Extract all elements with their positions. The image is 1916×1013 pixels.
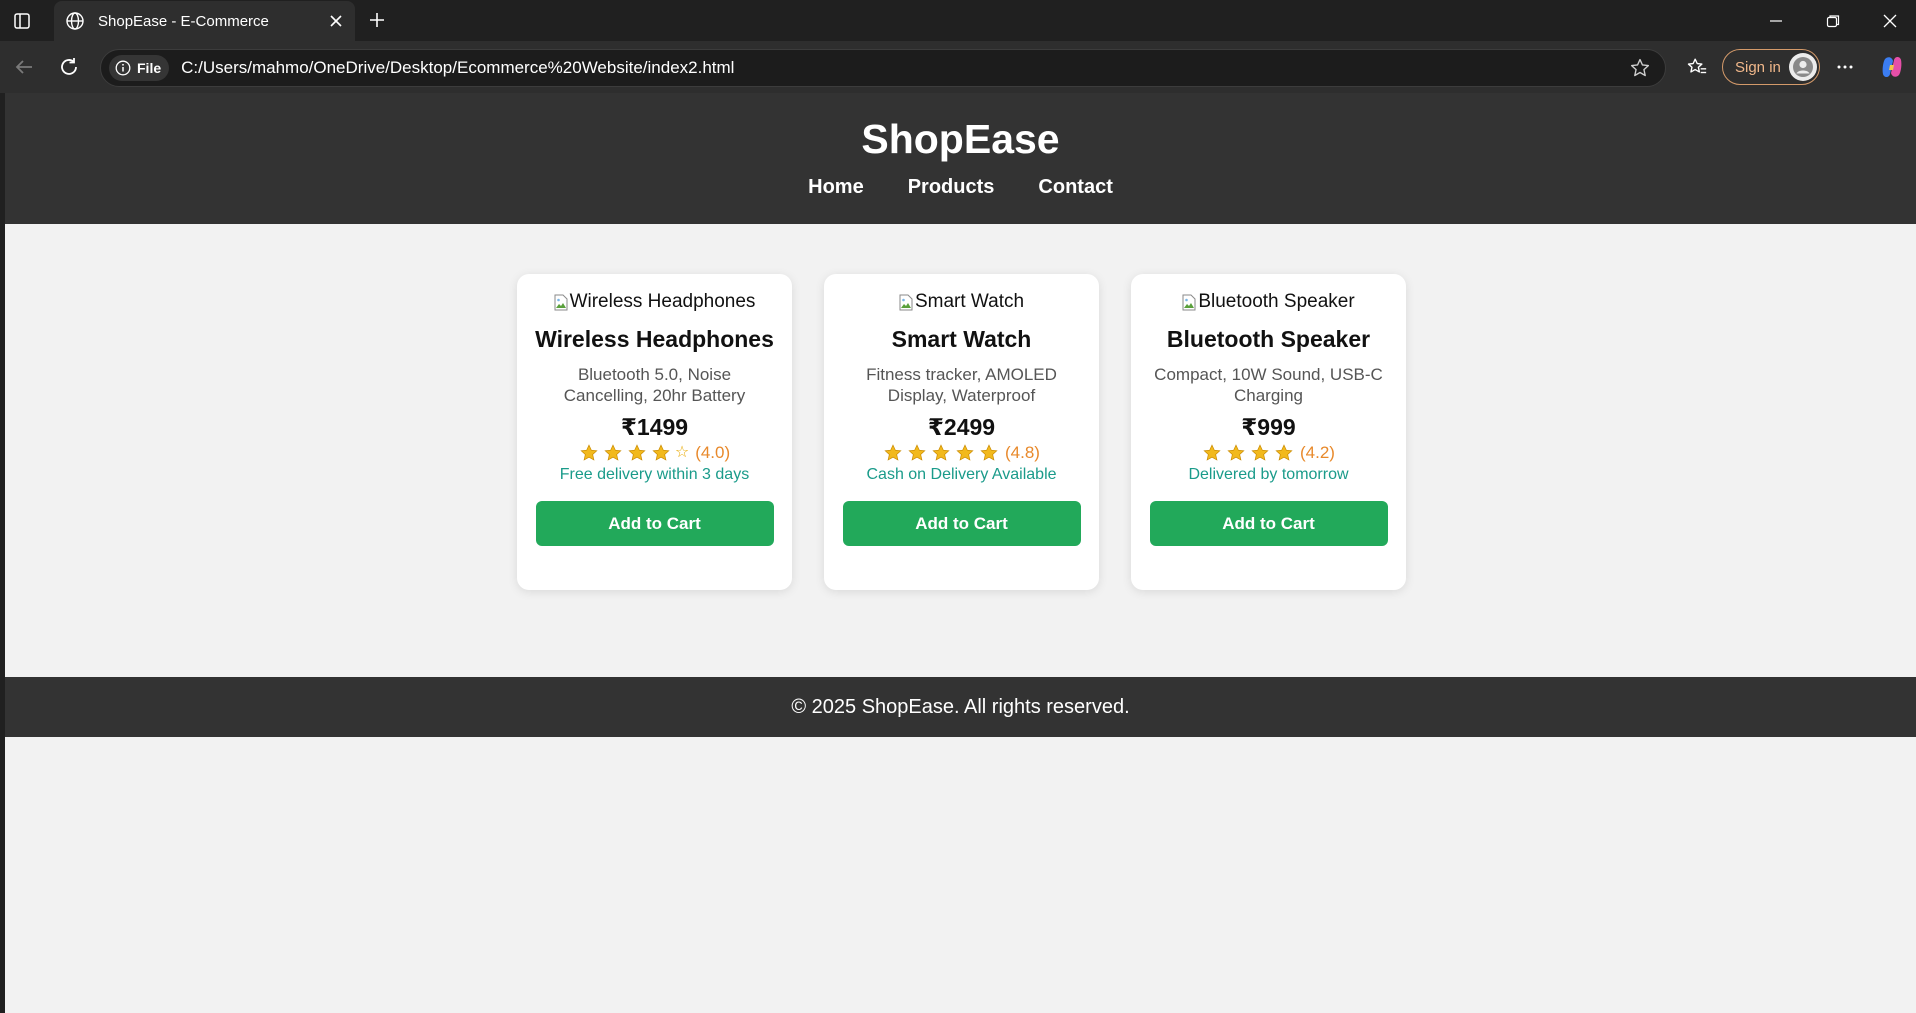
footer-copyright: © 2025 ShopEase. All rights reserved. [791,696,1130,718]
site-footer: © 2025 ShopEase. All rights reserved. [5,677,1916,737]
browser-toolbar: File C:/Users/mahmo/OneDrive/Desktop/Eco… [0,41,1916,93]
delivery-info: Delivered by tomorrow [1188,466,1349,483]
add-to-cart-button[interactable]: Add to Cart [535,501,774,546]
nav-link-home[interactable]: Home [808,176,864,199]
star-filled-icon [1275,444,1293,461]
product-image-placeholder: Wireless Headphones [535,290,774,314]
product-card: Wireless Headphones Wireless Headphones … [517,274,792,590]
tab-actions-icon[interactable] [0,0,44,41]
product-rating: (4.2) [1149,442,1388,464]
browser-tab[interactable]: ShopEase - E-Commerce [54,1,355,41]
more-options-icon[interactable] [1828,50,1862,84]
product-description: Fitness tracker, AMOLED Display, Waterpr… [866,365,1057,405]
star-filled-icon [980,444,998,461]
product-description: Bluetooth 5.0, Noise Cancelling, 20hr Ba… [563,365,746,405]
delivery-info: Free delivery within 3 days [559,466,750,483]
browser-tab-bar: ShopEase - E-Commerce [0,0,1916,41]
delivery-info: Cash on Delivery Available [866,466,1057,483]
star-filled-icon [580,444,598,461]
file-chip-label: File [137,60,162,76]
restore-icon[interactable] [1805,0,1861,41]
star-filled-icon [1203,444,1221,461]
product-price: ₹999 [1241,414,1296,440]
product-price: ₹2499 [927,414,996,440]
rating-stars [883,443,999,463]
rating-value: (4.2) [1300,443,1335,462]
star-filled-icon [628,444,646,461]
product-description: Compact, 10W Sound, USB-C Charging [1154,365,1383,405]
product-name: Wireless Headphones [535,326,774,352]
product-rating: (4.8) [842,442,1081,464]
site-info-chip[interactable]: File [109,55,170,81]
copilot-icon[interactable] [1875,50,1909,84]
product-grid: Wireless Headphones Wireless Headphones … [5,274,1916,590]
back-icon[interactable] [7,50,41,84]
favorite-star-icon[interactable] [1623,51,1657,85]
rating-value: (4.8) [1005,443,1040,462]
product-rating: ☆ (4.0) [535,442,774,464]
star-filled-icon [884,444,902,461]
minimize-icon[interactable] [1748,0,1804,41]
star-empty-icon: ☆ [674,444,690,461]
image-alt-text: Wireless Headphones [569,291,756,312]
nav-link-contact[interactable]: Contact [1038,176,1112,199]
star-filled-icon [908,444,926,461]
product-card: Bluetooth Speaker Bluetooth Speaker Comp… [1131,274,1406,590]
sign-in-button[interactable]: Sign in [1722,49,1820,85]
site-title: ShopEase [861,116,1060,162]
profile-avatar-icon [1788,53,1817,81]
globe-icon [64,10,86,32]
reload-icon[interactable] [52,50,86,84]
rating-stars [1202,443,1294,463]
nav-link-products[interactable]: Products [908,176,995,199]
new-tab-icon[interactable] [362,5,392,35]
site-header: ShopEase Home Products Contact [5,93,1916,224]
product-image-placeholder: Bluetooth Speaker [1149,290,1388,314]
url-text[interactable]: C:/Users/mahmo/OneDrive/Desktop/Ecommerc… [181,58,1623,78]
rating-stars: ☆ [579,443,689,463]
rating-value: (4.0) [695,443,731,462]
star-filled-icon [1251,444,1269,461]
address-bar[interactable]: File C:/Users/mahmo/OneDrive/Desktop/Eco… [100,49,1666,87]
product-name: Bluetooth Speaker [1166,326,1371,352]
star-filled-icon [1227,444,1245,461]
add-to-cart-button[interactable]: Add to Cart [1149,501,1388,546]
product-card: Smart Watch Smart Watch Fitness tracker,… [824,274,1099,590]
star-filled-icon [604,444,622,461]
image-alt-text: Smart Watch [914,291,1025,312]
broken-image-icon [899,294,913,310]
image-alt-text: Bluetooth Speaker [1198,291,1355,312]
close-window-icon[interactable] [1862,0,1916,41]
product-price: ₹1499 [620,414,689,440]
site-nav: Home Products Contact [5,176,1916,199]
star-filled-icon [956,444,974,461]
favorites-icon[interactable] [1680,50,1714,84]
broken-image-icon [1182,294,1196,310]
page-viewport: ShopEase Home Products Contact Wireless … [5,93,1916,1013]
star-filled-icon [932,444,950,461]
star-filled-icon [652,444,670,461]
close-tab-icon[interactable] [321,6,351,36]
product-image-placeholder: Smart Watch [842,290,1081,314]
tab-title: ShopEase - E-Commerce [98,12,269,30]
info-icon [115,60,131,76]
sign-in-label: Sign in [1735,58,1781,76]
add-to-cart-button[interactable]: Add to Cart [842,501,1081,546]
product-name: Smart Watch [891,326,1032,352]
broken-image-icon [554,294,568,310]
